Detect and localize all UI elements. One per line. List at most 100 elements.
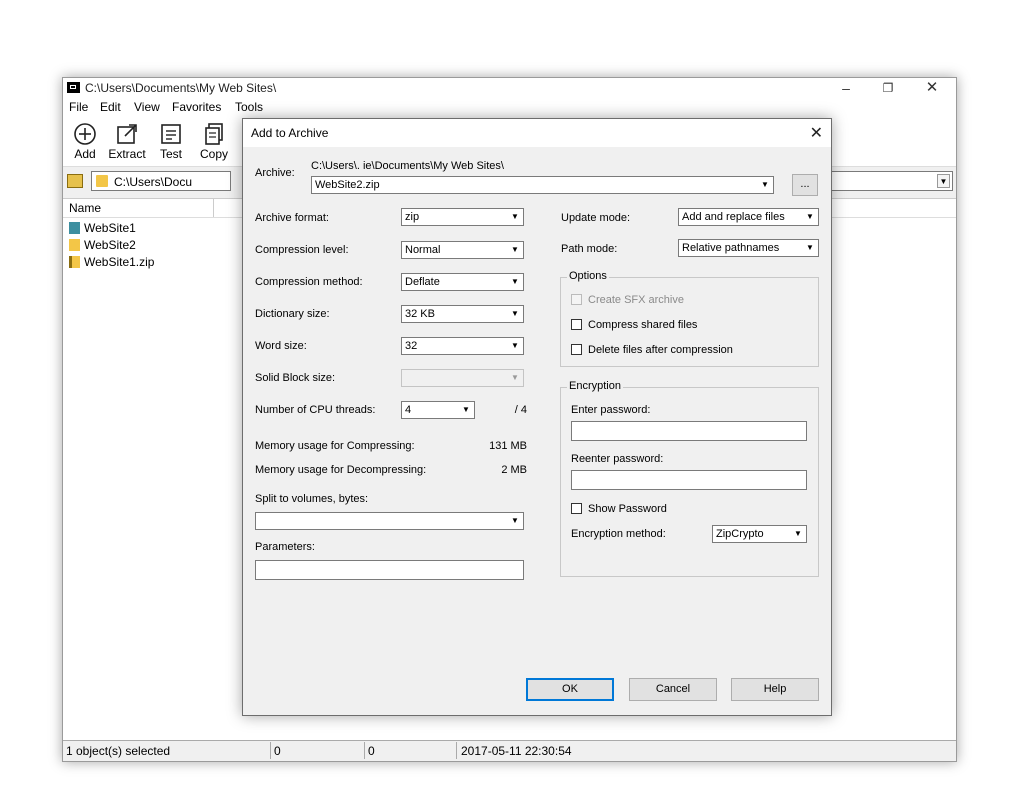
show-password-label: Show Password xyxy=(588,503,667,515)
extract-icon xyxy=(117,124,137,144)
extract-button[interactable]: Extract xyxy=(105,120,149,164)
checkbox-icon[interactable] xyxy=(571,319,582,330)
cancel-button[interactable]: Cancel xyxy=(629,678,717,701)
menu-favorites[interactable]: Favorites xyxy=(172,100,221,114)
archive-directory: C:\Users\. ie\Documents\My Web Sites\ xyxy=(311,160,504,172)
memory-compress-value: 131 MB xyxy=(489,440,527,452)
checkbox-icon[interactable] xyxy=(571,344,582,355)
maximize-button[interactable]: ❐ xyxy=(868,78,908,98)
close-window-button[interactable]: ✕ xyxy=(912,78,952,98)
compression-method-select[interactable]: Deflate ▼ xyxy=(401,273,524,291)
checkbox-icon[interactable] xyxy=(571,503,582,514)
split-volumes-label: Split to volumes, bytes: xyxy=(255,493,369,505)
word-size-value: 32 xyxy=(405,340,418,352)
archive-format-value: zip xyxy=(405,211,420,223)
menu-bar: File Edit View Favorites Tools xyxy=(63,98,956,116)
update-mode-label: Update mode: xyxy=(561,212,631,224)
word-size-label: Word size: xyxy=(255,340,307,352)
test-icon xyxy=(161,124,181,144)
copy-label: Copy xyxy=(199,147,228,161)
chevron-down-icon[interactable]: ▼ xyxy=(803,210,817,224)
chevron-down-icon[interactable]: ▼ xyxy=(459,403,473,417)
enter-password-input[interactable] xyxy=(571,421,807,441)
compression-level-value: Normal xyxy=(405,244,441,256)
menu-tools[interactable]: Tools xyxy=(235,100,263,114)
test-button[interactable]: Test xyxy=(149,120,193,164)
compress-shared-checkbox[interactable]: Compress shared files xyxy=(571,319,697,331)
compression-level-select[interactable]: Normal ▼ xyxy=(401,241,524,259)
menu-file[interactable]: File xyxy=(69,100,88,114)
folder-icon xyxy=(69,222,80,234)
checkbox-icon xyxy=(571,294,582,305)
path-mode-label: Path mode: xyxy=(561,243,618,255)
archive-name-value: WebSite2.zip xyxy=(315,179,380,191)
options-group: Options Create SFX archive Compress shar… xyxy=(560,270,819,367)
add-button[interactable]: Add xyxy=(63,120,107,164)
title-bar: C:\Users\Documents\My Web Sites\ – ❐ ✕ xyxy=(63,78,956,98)
menu-view[interactable]: View xyxy=(134,100,160,114)
address-dropdown[interactable]: ▼ xyxy=(831,171,953,191)
create-sfx-label: Create SFX archive xyxy=(588,294,684,306)
chevron-down-icon[interactable]: ▼ xyxy=(508,275,522,289)
chevron-down-icon[interactable]: ▼ xyxy=(508,210,522,224)
column-divider[interactable] xyxy=(213,199,214,217)
cpu-threads-select[interactable]: 4 ▼ xyxy=(401,401,475,419)
cpu-threads-max: / 4 xyxy=(514,404,527,416)
reenter-password-input[interactable] xyxy=(571,470,807,490)
copy-button[interactable]: Copy xyxy=(192,120,236,164)
dialog-close-button[interactable]: ✕ xyxy=(810,123,823,143)
folder-up-icon[interactable] xyxy=(67,174,83,188)
archive-format-label: Archive format: xyxy=(255,212,329,224)
split-volumes-combo[interactable]: ▼ xyxy=(255,512,524,530)
update-mode-value: Add and replace files xyxy=(682,211,785,223)
compress-shared-label: Compress shared files xyxy=(588,319,698,331)
zip-file-icon xyxy=(69,256,80,268)
archive-label: Archive: xyxy=(255,167,295,179)
encryption-method-select[interactable]: ZipCrypto ▼ xyxy=(712,525,807,543)
chevron-down-icon[interactable]: ▼ xyxy=(791,527,805,541)
chevron-down-icon[interactable]: ▼ xyxy=(508,243,522,257)
status-modified: 2017-05-11 22:30:54 xyxy=(461,744,572,758)
chevron-down-icon[interactable]: ▼ xyxy=(937,174,950,188)
folder-icon xyxy=(69,239,80,251)
encryption-title: Encryption xyxy=(567,380,623,392)
encryption-method-value: ZipCrypto xyxy=(716,528,764,540)
path-mode-select[interactable]: Relative pathnames ▼ xyxy=(678,239,819,257)
file-name: WebSite1 xyxy=(84,221,136,235)
memory-decompress-value: 2 MB xyxy=(501,464,527,476)
list-item[interactable]: WebSite2 xyxy=(69,238,136,255)
status-packed: 0 xyxy=(368,744,375,758)
chevron-down-icon[interactable]: ▼ xyxy=(758,178,772,192)
status-divider xyxy=(456,742,457,759)
column-name-header[interactable]: Name xyxy=(69,201,101,215)
chevron-down-icon[interactable]: ▼ xyxy=(508,307,522,321)
options-title: Options xyxy=(567,270,609,282)
help-button[interactable]: Help xyxy=(731,678,819,701)
list-item[interactable]: WebSite1.zip xyxy=(69,255,154,272)
menu-edit[interactable]: Edit xyxy=(100,100,121,114)
window-title: C:\Users\Documents\My Web Sites\ xyxy=(85,81,277,95)
word-size-select[interactable]: 32 ▼ xyxy=(401,337,524,355)
archive-name-combo[interactable]: WebSite2.zip ▼ xyxy=(311,176,774,194)
dictionary-size-select[interactable]: 32 KB ▼ xyxy=(401,305,524,323)
archive-format-select[interactable]: zip ▼ xyxy=(401,208,524,226)
parameters-input[interactable] xyxy=(255,560,524,580)
chevron-down-icon[interactable]: ▼ xyxy=(803,241,817,255)
chevron-down-icon[interactable]: ▼ xyxy=(508,514,522,528)
path-mode-value: Relative pathnames xyxy=(682,242,780,254)
minimize-button[interactable]: – xyxy=(826,78,866,98)
status-divider xyxy=(364,742,365,759)
address-input[interactable]: C:\Users\Docu xyxy=(91,171,231,191)
ok-button[interactable]: OK xyxy=(526,678,614,701)
dictionary-size-value: 32 KB xyxy=(405,308,435,320)
compression-method-value: Deflate xyxy=(405,276,440,288)
folder-icon xyxy=(96,175,108,187)
list-item[interactable]: WebSite1 xyxy=(69,221,136,238)
delete-after-checkbox[interactable]: Delete files after compression xyxy=(571,344,733,356)
update-mode-select[interactable]: Add and replace files ▼ xyxy=(678,208,819,226)
show-password-checkbox[interactable]: Show Password xyxy=(571,503,667,515)
file-name: WebSite1.zip xyxy=(84,255,155,269)
add-label: Add xyxy=(74,147,96,161)
chevron-down-icon[interactable]: ▼ xyxy=(508,339,522,353)
browse-button[interactable]: ... xyxy=(792,174,818,196)
